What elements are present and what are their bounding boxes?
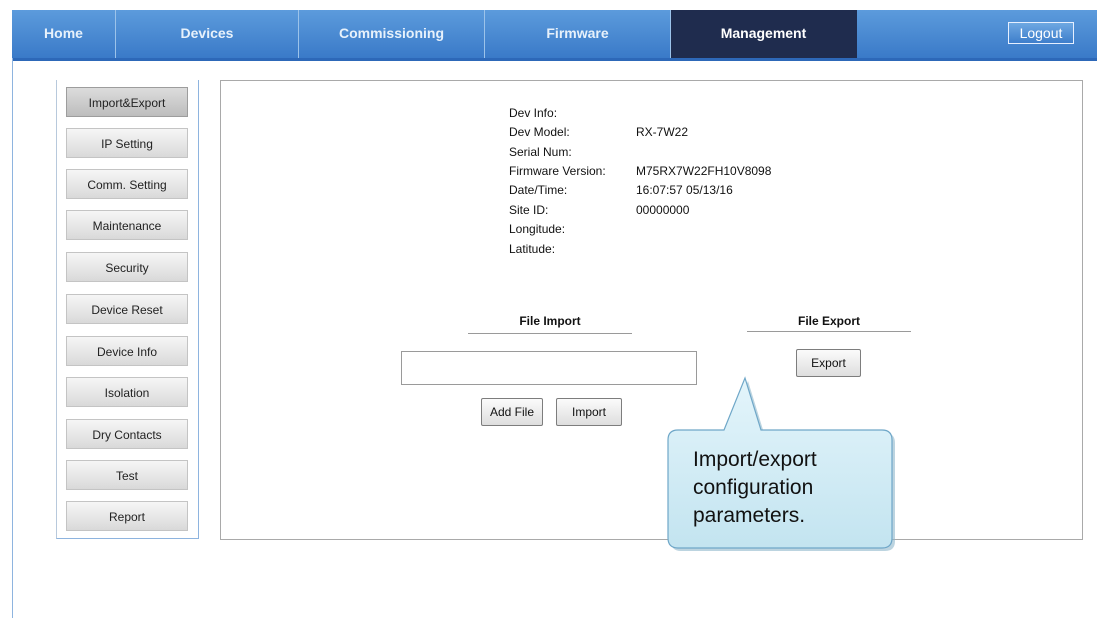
site-id-value: 00000000 — [636, 203, 690, 217]
site-id-label: Site ID: — [509, 203, 549, 217]
sidebar-item-security[interactable]: Security — [66, 252, 188, 282]
tab-devices[interactable]: Devices — [116, 10, 299, 58]
longitude-label: Longitude: — [509, 222, 566, 236]
tab-firmware[interactable]: Firmware — [485, 10, 671, 58]
serial-num-label: Serial Num: — [509, 145, 572, 159]
date-time-label: Date/Time: — [509, 183, 568, 197]
export-button[interactable]: Export — [796, 349, 861, 377]
file-import-divider — [468, 333, 632, 334]
callout-line-2: configuration — [693, 476, 814, 499]
add-file-button[interactable]: Add File — [481, 398, 543, 426]
tab-home[interactable]: Home — [12, 10, 116, 58]
sidebar-item-device-reset[interactable]: Device Reset — [66, 294, 188, 324]
sidebar-item-maintenance[interactable]: Maintenance — [66, 210, 188, 240]
date-time-value: 16:07:57 05/13/16 — [636, 183, 733, 197]
frame-left-border — [12, 58, 13, 618]
dev-info-header: Dev Info: — [509, 106, 558, 120]
sidebar-item-ip-setting[interactable]: IP Setting — [66, 128, 188, 158]
callout-text: Import/export configuration parameters. — [693, 446, 817, 530]
sidebar-item-comm-setting[interactable]: Comm. Setting — [66, 169, 188, 199]
tab-management[interactable]: Management — [671, 10, 857, 58]
sidebar-item-isolation[interactable]: Isolation — [66, 377, 188, 407]
callout-line-3: parameters. — [693, 504, 806, 527]
sidebar-item-import-export[interactable]: Import&Export — [66, 87, 188, 117]
tab-empty — [857, 10, 1002, 58]
sidebar-item-device-info[interactable]: Device Info — [66, 336, 188, 366]
dev-model-value: RX-7W22 — [636, 125, 689, 139]
latitude-label: Latitude: — [509, 242, 556, 256]
file-export-title: File Export — [797, 314, 860, 328]
file-path-input[interactable] — [401, 351, 697, 385]
file-export-divider — [747, 331, 911, 332]
sidebar-item-report[interactable]: Report — [66, 501, 188, 531]
content-panel — [220, 80, 1083, 540]
tab-commissioning[interactable]: Commissioning — [299, 10, 485, 58]
firmware-version-label: Firmware Version: — [509, 164, 606, 178]
callout-line-1: Import/export — [693, 448, 817, 471]
logout-button[interactable]: Logout — [1008, 22, 1074, 44]
sidebar-item-dry-contacts[interactable]: Dry Contacts — [66, 419, 188, 449]
import-button[interactable]: Import — [556, 398, 622, 426]
top-nav-bar: Home Devices Commissioning Firmware Mana… — [12, 10, 1097, 61]
sidebar-item-test[interactable]: Test — [66, 460, 188, 490]
file-import-title: File Import — [519, 314, 581, 328]
firmware-version-value: M75RX7W22FH10V8098 — [636, 164, 772, 178]
dev-model-label: Dev Model: — [509, 125, 570, 139]
